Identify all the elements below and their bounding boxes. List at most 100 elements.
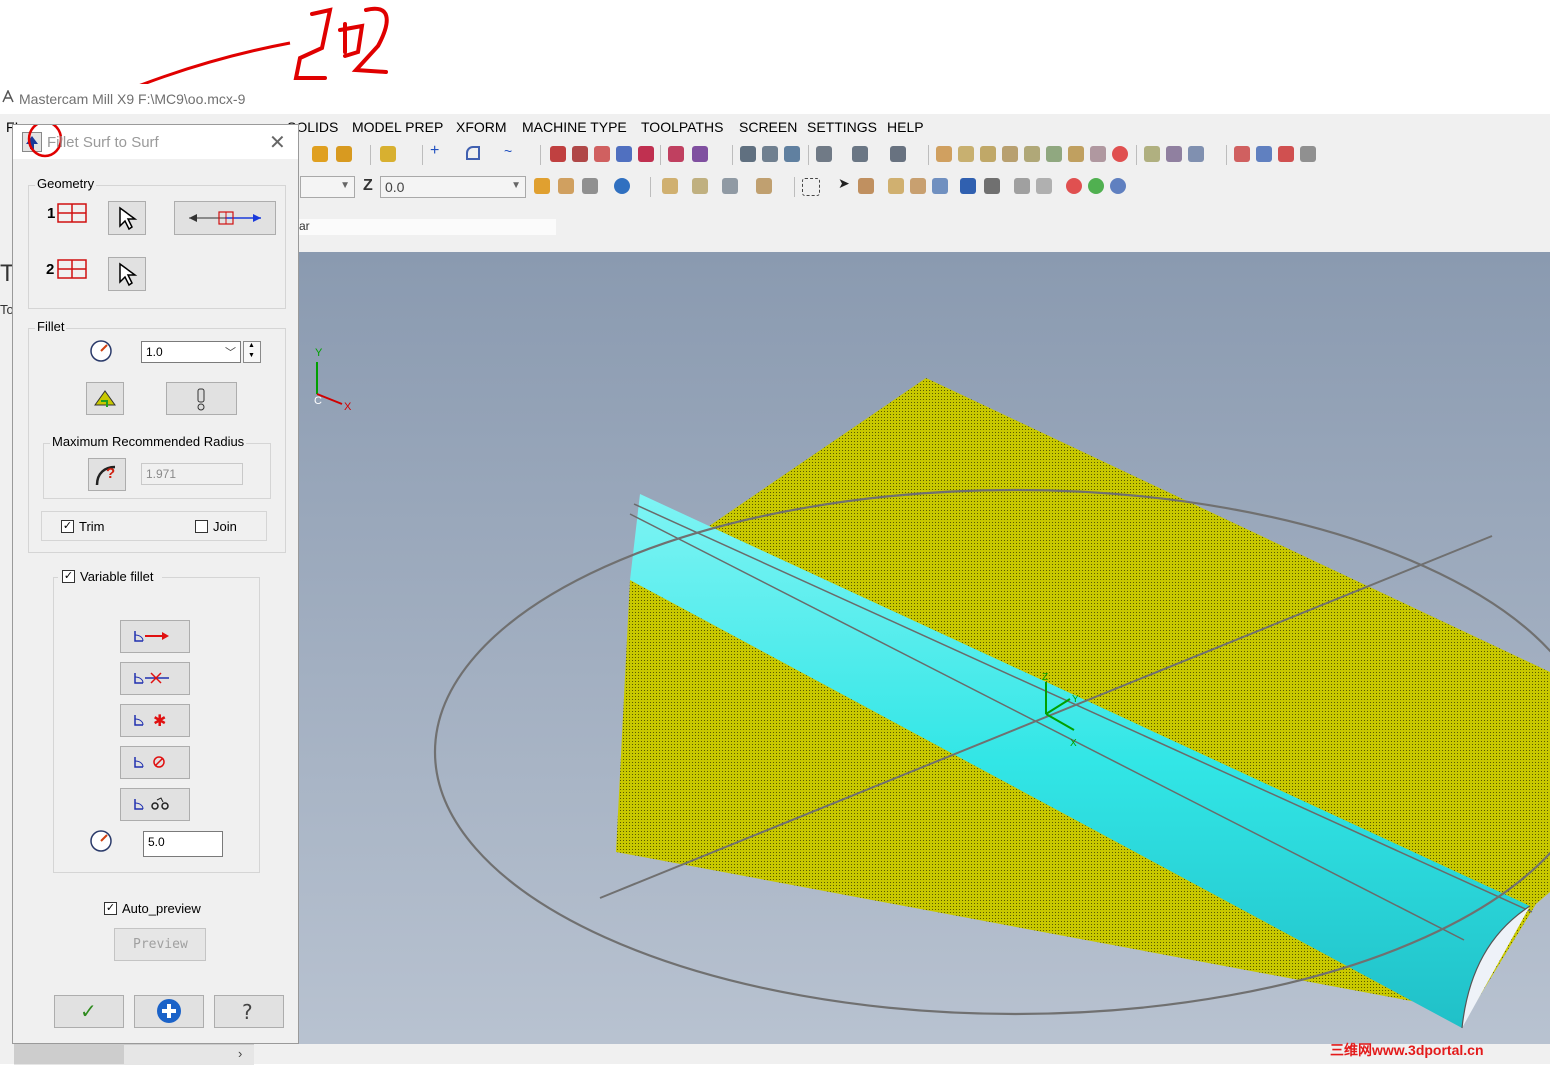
- z-depth-combo[interactable]: 0.0 ▼: [380, 176, 526, 198]
- flash-icon[interactable]: [534, 178, 550, 194]
- max-radius-value: 1.971: [146, 467, 177, 481]
- pencil-icon[interactable]: [312, 146, 328, 162]
- select-all-icon[interactable]: [662, 178, 678, 194]
- patch-icon[interactable]: [1090, 146, 1106, 162]
- surface-mesh-icon[interactable]: [784, 146, 800, 162]
- select-surface-1-button[interactable]: [108, 201, 146, 235]
- surface-fillet-icon[interactable]: [958, 146, 974, 162]
- chevron-down-icon[interactable]: ﹀: [225, 344, 236, 360]
- solid-sweep-icon[interactable]: [890, 146, 906, 162]
- help-icon[interactable]: [614, 178, 630, 194]
- trim-checkbox[interactable]: ✓: [61, 520, 74, 533]
- scroll-thumb[interactable]: [14, 1045, 124, 1064]
- ok-button[interactable]: ✓: [54, 995, 124, 1028]
- join-checkbox[interactable]: [195, 520, 208, 533]
- ok-round-icon[interactable]: [1088, 178, 1104, 194]
- cube-blue-icon[interactable]: [932, 178, 948, 194]
- cancel-round-icon[interactable]: [1066, 178, 1082, 194]
- revolve-surface-icon[interactable]: [762, 146, 778, 162]
- fillet-entities-icon[interactable]: [550, 146, 566, 162]
- variable-fillet-checkbox[interactable]: ✓: [62, 570, 75, 583]
- apply-button[interactable]: [134, 995, 204, 1028]
- point-icon[interactable]: +: [430, 142, 446, 159]
- box-select-icon[interactable]: [858, 178, 874, 194]
- fillet-options-button[interactable]: [86, 382, 124, 415]
- svg-text:✱: ✱: [153, 711, 166, 730]
- radius-spinner[interactable]: ▲ ▼: [243, 341, 261, 363]
- undo-icon[interactable]: [1300, 146, 1316, 162]
- menu-screen[interactable]: SCREEN: [739, 119, 797, 135]
- toolpath-icon[interactable]: [1234, 146, 1250, 162]
- select-only-icon[interactable]: [692, 178, 708, 194]
- menu-settings[interactable]: SETTINGS: [807, 119, 877, 135]
- cube-icon[interactable]: [638, 146, 654, 162]
- mirror-icon[interactable]: [1166, 146, 1182, 162]
- shade-icon[interactable]: [960, 178, 976, 194]
- compute-max-radius-button[interactable]: ?: [88, 458, 126, 491]
- arc-icon[interactable]: [466, 146, 480, 160]
- spline-icon[interactable]: ~: [504, 143, 520, 159]
- trim-surface-icon[interactable]: [1002, 146, 1018, 162]
- check-icon[interactable]: [1036, 178, 1052, 194]
- views-icon[interactable]: [692, 146, 708, 162]
- pencils-icon[interactable]: [336, 146, 352, 162]
- grid-icon[interactable]: [668, 146, 684, 162]
- layers-icon[interactable]: [1256, 146, 1272, 162]
- select-surface-2-button[interactable]: [108, 257, 146, 291]
- rectangle-icon[interactable]: [616, 146, 632, 162]
- radius-gauge-icon: [90, 340, 112, 362]
- back-arrow-icon[interactable]: [984, 178, 1000, 194]
- dashed-rect-icon[interactable]: [802, 178, 820, 196]
- axis-icon[interactable]: [582, 178, 598, 194]
- delete-icon[interactable]: [1112, 146, 1128, 162]
- window-select-icon[interactable]: [756, 178, 772, 194]
- solid-revolve-icon[interactable]: [852, 146, 868, 162]
- line-tool-icon[interactable]: [936, 146, 952, 162]
- analyze-icon[interactable]: [1014, 178, 1030, 194]
- menu-machine-type[interactable]: MACHINE TYPE: [522, 119, 627, 135]
- annotation-area: [0, 0, 1550, 122]
- offset-icon[interactable]: [980, 146, 996, 162]
- auto-preview-checkbox[interactable]: ✓: [104, 902, 117, 915]
- var-dynamic-button[interactable]: [120, 620, 190, 653]
- preview-button[interactable]: Preview: [114, 928, 206, 961]
- solid-extrude-icon[interactable]: [816, 146, 832, 162]
- spin-down-icon[interactable]: ▼: [248, 352, 255, 359]
- spin-up-icon[interactable]: ▲: [248, 342, 255, 349]
- chamfer-icon[interactable]: [572, 146, 588, 162]
- graphics-viewport[interactable]: Z Y X Y C X Z Y X: [260, 252, 1550, 1065]
- fillet-surf-icon[interactable]: [1046, 146, 1062, 162]
- var-cycle-button[interactable]: [120, 788, 190, 821]
- extend-icon[interactable]: [1024, 146, 1040, 162]
- var-remove-button[interactable]: [120, 746, 190, 779]
- radius-input[interactable]: 1.0 ﹀: [141, 341, 241, 363]
- menu-model-prep[interactable]: MODEL PREP: [352, 119, 443, 135]
- surface-icon[interactable]: [740, 146, 756, 162]
- var-midpoint-button[interactable]: [120, 662, 190, 695]
- horizontal-scrollbar[interactable]: ›: [14, 1044, 254, 1065]
- question-round-icon[interactable]: [1110, 178, 1126, 194]
- dialog-close-icon[interactable]: ✕: [269, 130, 286, 155]
- var-modify-button[interactable]: ✱: [120, 704, 190, 737]
- trim-label: Trim: [79, 519, 105, 534]
- trim-icon[interactable]: [594, 146, 610, 162]
- coord-combo[interactable]: ▼: [300, 176, 355, 198]
- flip-direction-button[interactable]: [174, 201, 276, 235]
- menu-toolpaths[interactable]: TOOLPATHS: [641, 119, 723, 135]
- xform-icon[interactable]: [1144, 146, 1160, 162]
- scroll-right-arrow-icon[interactable]: ›: [238, 1046, 242, 1061]
- menu-help[interactable]: HELP: [887, 119, 924, 135]
- cube-tan-icon[interactable]: [910, 178, 926, 194]
- cube-yellow-icon[interactable]: [888, 178, 904, 194]
- stop-icon[interactable]: [1278, 146, 1294, 162]
- wand-icon[interactable]: [380, 146, 396, 162]
- menu-xform[interactable]: XFORM: [456, 119, 507, 135]
- help-button[interactable]: ?: [214, 995, 284, 1028]
- blend-icon[interactable]: [1068, 146, 1084, 162]
- cursor-icon[interactable]: ➤: [838, 175, 854, 191]
- variable-radius-input[interactable]: 5.0: [143, 831, 223, 857]
- rotate-icon[interactable]: [1188, 146, 1204, 162]
- gear-icon[interactable]: [558, 178, 574, 194]
- refresh-icon[interactable]: [722, 178, 738, 194]
- fillet-info-button[interactable]: [166, 382, 237, 415]
